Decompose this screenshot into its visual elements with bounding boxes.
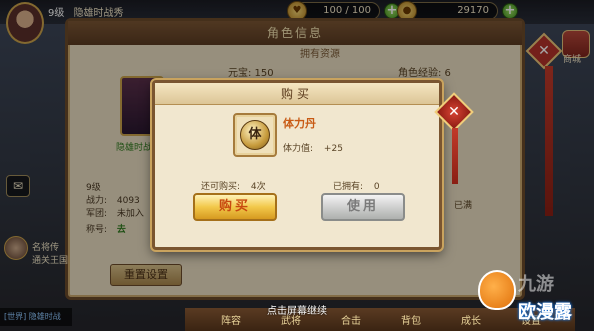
stamina-pill-icon: 体	[240, 120, 270, 150]
watermark: 九游 欧漫露	[478, 262, 590, 328]
remaining-purchases: 还可购买: 4次	[201, 179, 266, 192]
item-name: 体力丹	[283, 117, 316, 130]
owned-count: 已拥有: 0	[333, 179, 380, 192]
remaining-label: 还可购买:	[201, 182, 241, 192]
watermark-text: 九游	[518, 274, 554, 295]
watermark-mascot-icon	[478, 270, 516, 310]
effect-label: 体力值:	[283, 144, 314, 154]
purchase-dialog: 购买 体 体力丹 体力值: +25 还可购买: 4次 已拥有: 0 购买 使用	[152, 80, 442, 250]
tassel-decoration	[452, 128, 458, 184]
close-icon: ✕	[448, 104, 460, 120]
use-button[interactable]: 使用	[321, 193, 405, 221]
buy-button[interactable]: 购买	[193, 193, 277, 221]
item-effect: 体力值: +25	[283, 141, 343, 154]
owned-label: 已拥有:	[333, 182, 364, 192]
watermark-text: 欧漫露	[518, 302, 572, 323]
owned-value: 0	[373, 182, 380, 192]
item-icon-frame: 体	[233, 113, 277, 157]
purchase-dialog-title: 购买	[155, 83, 439, 105]
effect-value: +25	[323, 144, 343, 154]
remaining-value: 4次	[250, 182, 266, 192]
